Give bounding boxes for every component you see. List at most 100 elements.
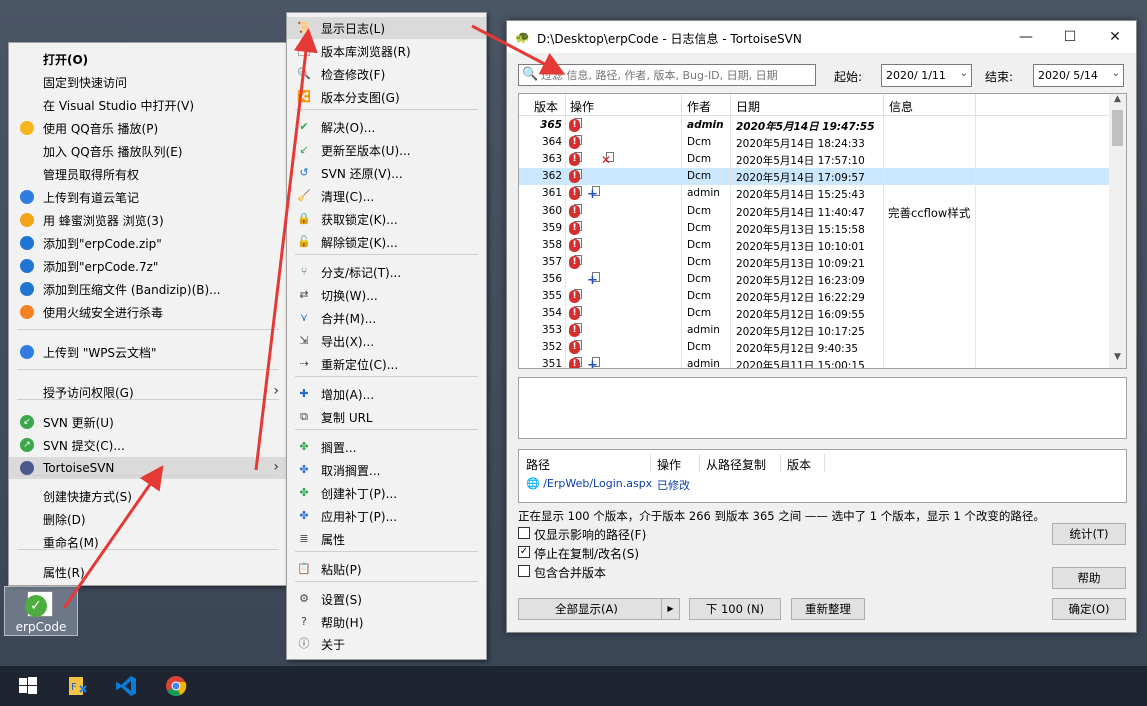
svn-menu-item[interactable]: 📋 粘贴(P) <box>287 558 486 580</box>
revision-row[interactable]: 357! Dcm 2020年5月13日 10:09:21 <box>519 254 1109 271</box>
to-date-picker[interactable]: 2020/ 5/14 ⌄ <box>1033 64 1124 87</box>
only-affected-paths-checkbox[interactable]: 仅显示影响的路径(F) <box>518 526 718 542</box>
svn-menu-item[interactable]: 📜 显示日志(L) <box>287 17 486 39</box>
path-header-action[interactable]: 操作 <box>657 456 681 473</box>
refresh-button[interactable]: 重新整理 <box>791 598 865 620</box>
context-menu-item[interactable]: 打开(O) <box>9 48 287 70</box>
revision-row[interactable]: 359! Dcm 2020年5月13日 15:15:58 <box>519 220 1109 237</box>
revision-row[interactable]: 356 + Dcm 2020年5月12日 16:23:09 <box>519 271 1109 288</box>
svn-menu-item[interactable]: ✤ 应用补丁(P)... <box>287 505 486 527</box>
maximize-button[interactable]: ☐ <box>1060 27 1080 47</box>
context-menu-item[interactable]: 用 蜂蜜浏览器 浏览(3) <box>9 209 287 231</box>
column-header-actions[interactable]: 操作 <box>570 98 594 115</box>
svn-menu-item[interactable]: ✚ 增加(A)... <box>287 383 486 405</box>
svn-menu-item[interactable]: 🔓 解除锁定(K)... <box>287 231 486 253</box>
app-icon[interactable]: F <box>66 674 90 698</box>
message-box[interactable] <box>518 377 1127 439</box>
close-button[interactable]: ✕ <box>1105 27 1125 47</box>
svn-menu-item[interactable]: ✤ 创建补丁(P)... <box>287 482 486 504</box>
filter-input[interactable] <box>541 67 811 83</box>
changed-path-row[interactable]: 🌐 /ErpWeb/Login.aspx <box>526 477 652 490</box>
checkbox-box[interactable]: ✓ <box>518 546 530 558</box>
help-button[interactable]: 帮助 <box>1052 567 1126 589</box>
path-header-path[interactable]: 路径 <box>526 456 550 473</box>
column-header-revision[interactable]: 版本 <box>534 98 558 115</box>
minimize-button[interactable]: — <box>1016 27 1036 47</box>
svn-menu-item[interactable]: ⧉ 复制 URL <box>287 406 486 428</box>
svn-menu-item[interactable]: ⇄ 切换(W)... <box>287 284 486 306</box>
statistics-button[interactable]: 统计(T) <box>1052 523 1126 545</box>
svn-menu-item[interactable]: 🔀 版本分支图(G) <box>287 86 486 108</box>
svn-menu-item[interactable]: ✤ 搁置... <box>287 436 486 458</box>
svn-menu-item[interactable]: 🔍 检查修改(F) <box>287 63 486 85</box>
context-menu-item[interactable]: 加入 QQ音乐 播放队列(E) <box>9 140 287 162</box>
context-menu-item[interactable]: 删除(D) <box>9 508 287 530</box>
context-menu-item[interactable]: 创建快捷方式(S) <box>9 485 287 507</box>
svn-menu-item[interactable]: ⑂ 分支/标记(T)... <box>287 261 486 283</box>
revision-row[interactable]: 358! Dcm 2020年5月13日 10:10:01 <box>519 237 1109 254</box>
svn-menu-item[interactable]: 🔒 获取锁定(K)... <box>287 208 486 230</box>
show-all-button[interactable]: 全部显示(A) ▶ <box>518 598 680 620</box>
context-menu-item[interactable]: 添加到压缩文件 (Bandizip)(B)... <box>9 278 287 300</box>
context-menu-item[interactable]: ↗ SVN 提交(C)... <box>9 434 287 456</box>
revision-row[interactable]: 361! + admin 2020年5月14日 15:25:43 <box>519 185 1109 202</box>
context-menu-item[interactable]: 添加到"erpCode.7z" <box>9 255 287 277</box>
svn-menu-item[interactable]: ⋎ 合并(M)... <box>287 307 486 329</box>
vertical-scrollbar[interactable]: ▲ ▼ <box>1109 94 1126 368</box>
search-icon[interactable]: 🔍 <box>522 67 538 83</box>
checkbox-box[interactable] <box>518 565 530 577</box>
revision-row[interactable]: 353! admin 2020年5月12日 10:17:25 <box>519 322 1109 339</box>
path-header-copyfrom[interactable]: 从路径复制 <box>706 456 766 473</box>
svn-menu-item[interactable]: 🗂 版本库浏览器(R) <box>287 40 486 62</box>
revision-row[interactable]: 363! ✕ Dcm 2020年5月14日 17:57:10 <box>519 151 1109 168</box>
context-menu-item[interactable]: 属性(R) <box>9 561 287 583</box>
context-menu-item[interactable]: 在 Visual Studio 中打开(V) <box>9 94 287 116</box>
revision-row[interactable]: 355! Dcm 2020年5月12日 16:22:29 <box>519 288 1109 305</box>
dropdown-arrow-icon[interactable]: ▶ <box>661 599 679 619</box>
revision-row[interactable]: 351! + admin 2020年5月11日 15:00:15 <box>519 356 1109 368</box>
stop-on-copy-checkbox[interactable]: ✓ 停止在复制/改名(S) <box>518 545 718 561</box>
vscode-icon[interactable] <box>114 674 138 698</box>
svn-menu-item[interactable]: ? 帮助(H) <box>287 611 486 633</box>
context-menu-item[interactable]: 管理员取得所有权 <box>9 163 287 185</box>
revision-row[interactable]: 354! Dcm 2020年5月12日 16:09:55 <box>519 305 1109 322</box>
column-header-message[interactable]: 信息 <box>889 98 913 115</box>
svn-menu-item[interactable]: ✤ 取消搁置... <box>287 459 486 481</box>
checkbox-box[interactable] <box>518 527 530 539</box>
svn-menu-item[interactable]: ✔ 解决(O)... <box>287 116 486 138</box>
filter-box[interactable]: 🔍 <box>518 64 816 86</box>
scroll-up-icon[interactable]: ▲ <box>1109 94 1126 108</box>
context-menu-item[interactable]: 固定到快速访问 <box>9 71 287 93</box>
column-header-date[interactable]: 日期 <box>736 98 760 115</box>
context-menu-item[interactable]: 上传到有道云笔记 <box>9 186 287 208</box>
scrollbar-thumb[interactable] <box>1112 110 1123 146</box>
revision-row[interactable]: 360! Dcm 2020年5月14日 11:40:47 完善ccflow样式 <box>519 203 1109 220</box>
ok-button[interactable]: 确定(O) <box>1052 598 1126 620</box>
scroll-down-icon[interactable]: ▼ <box>1109 352 1126 366</box>
svn-menu-item[interactable]: ⓘ 关于 <box>287 633 486 655</box>
svn-menu-item[interactable]: ⇢ 重新定位(C)... <box>287 353 486 375</box>
context-menu-item[interactable]: 上传到 "WPS云文档" <box>9 341 287 363</box>
revision-row[interactable]: 365! admin 2020年5月14日 19:47:55 <box>519 117 1109 134</box>
svn-menu-item[interactable]: ≣ 属性 <box>287 528 486 550</box>
revision-row[interactable]: 352! Dcm 2020年5月12日 9:40:35 <box>519 339 1109 356</box>
include-merged-checkbox[interactable]: 包含合并版本 <box>518 564 718 580</box>
column-header-author[interactable]: 作者 <box>687 98 711 115</box>
context-menu-item[interactable]: 使用 QQ音乐 播放(P) <box>9 117 287 139</box>
revision-row[interactable]: 362! Dcm 2020年5月14日 17:09:57 <box>519 168 1109 186</box>
next-100-button[interactable]: 下 100 (N) <box>689 598 781 620</box>
windows-start-icon[interactable] <box>16 674 40 698</box>
context-menu-item[interactable]: 使用火绒安全进行杀毒 <box>9 301 287 323</box>
revision-row[interactable]: 364! Dcm 2020年5月14日 18:24:33 <box>519 134 1109 151</box>
erpcode-folder-icon[interactable]: ✓ erpCode <box>4 586 78 636</box>
svn-menu-item[interactable]: ⇲ 导出(X)... <box>287 330 486 352</box>
context-menu-item[interactable]: ↙ SVN 更新(U) <box>9 411 287 433</box>
svn-menu-item[interactable]: ⚙ 设置(S) <box>287 588 486 610</box>
chrome-icon[interactable] <box>164 674 188 698</box>
context-menu-item[interactable]: 添加到"erpCode.zip" <box>9 232 287 254</box>
path-header-revision[interactable]: 版本 <box>787 456 811 473</box>
svn-menu-item[interactable]: ↺ SVN 还原(V)... <box>287 162 486 184</box>
from-date-picker[interactable]: 2020/ 1/11 ⌄ <box>881 64 972 87</box>
svn-menu-item[interactable]: ↙ 更新至版本(U)... <box>287 139 486 161</box>
svn-menu-item[interactable]: 🧹 清理(C)... <box>287 185 486 207</box>
